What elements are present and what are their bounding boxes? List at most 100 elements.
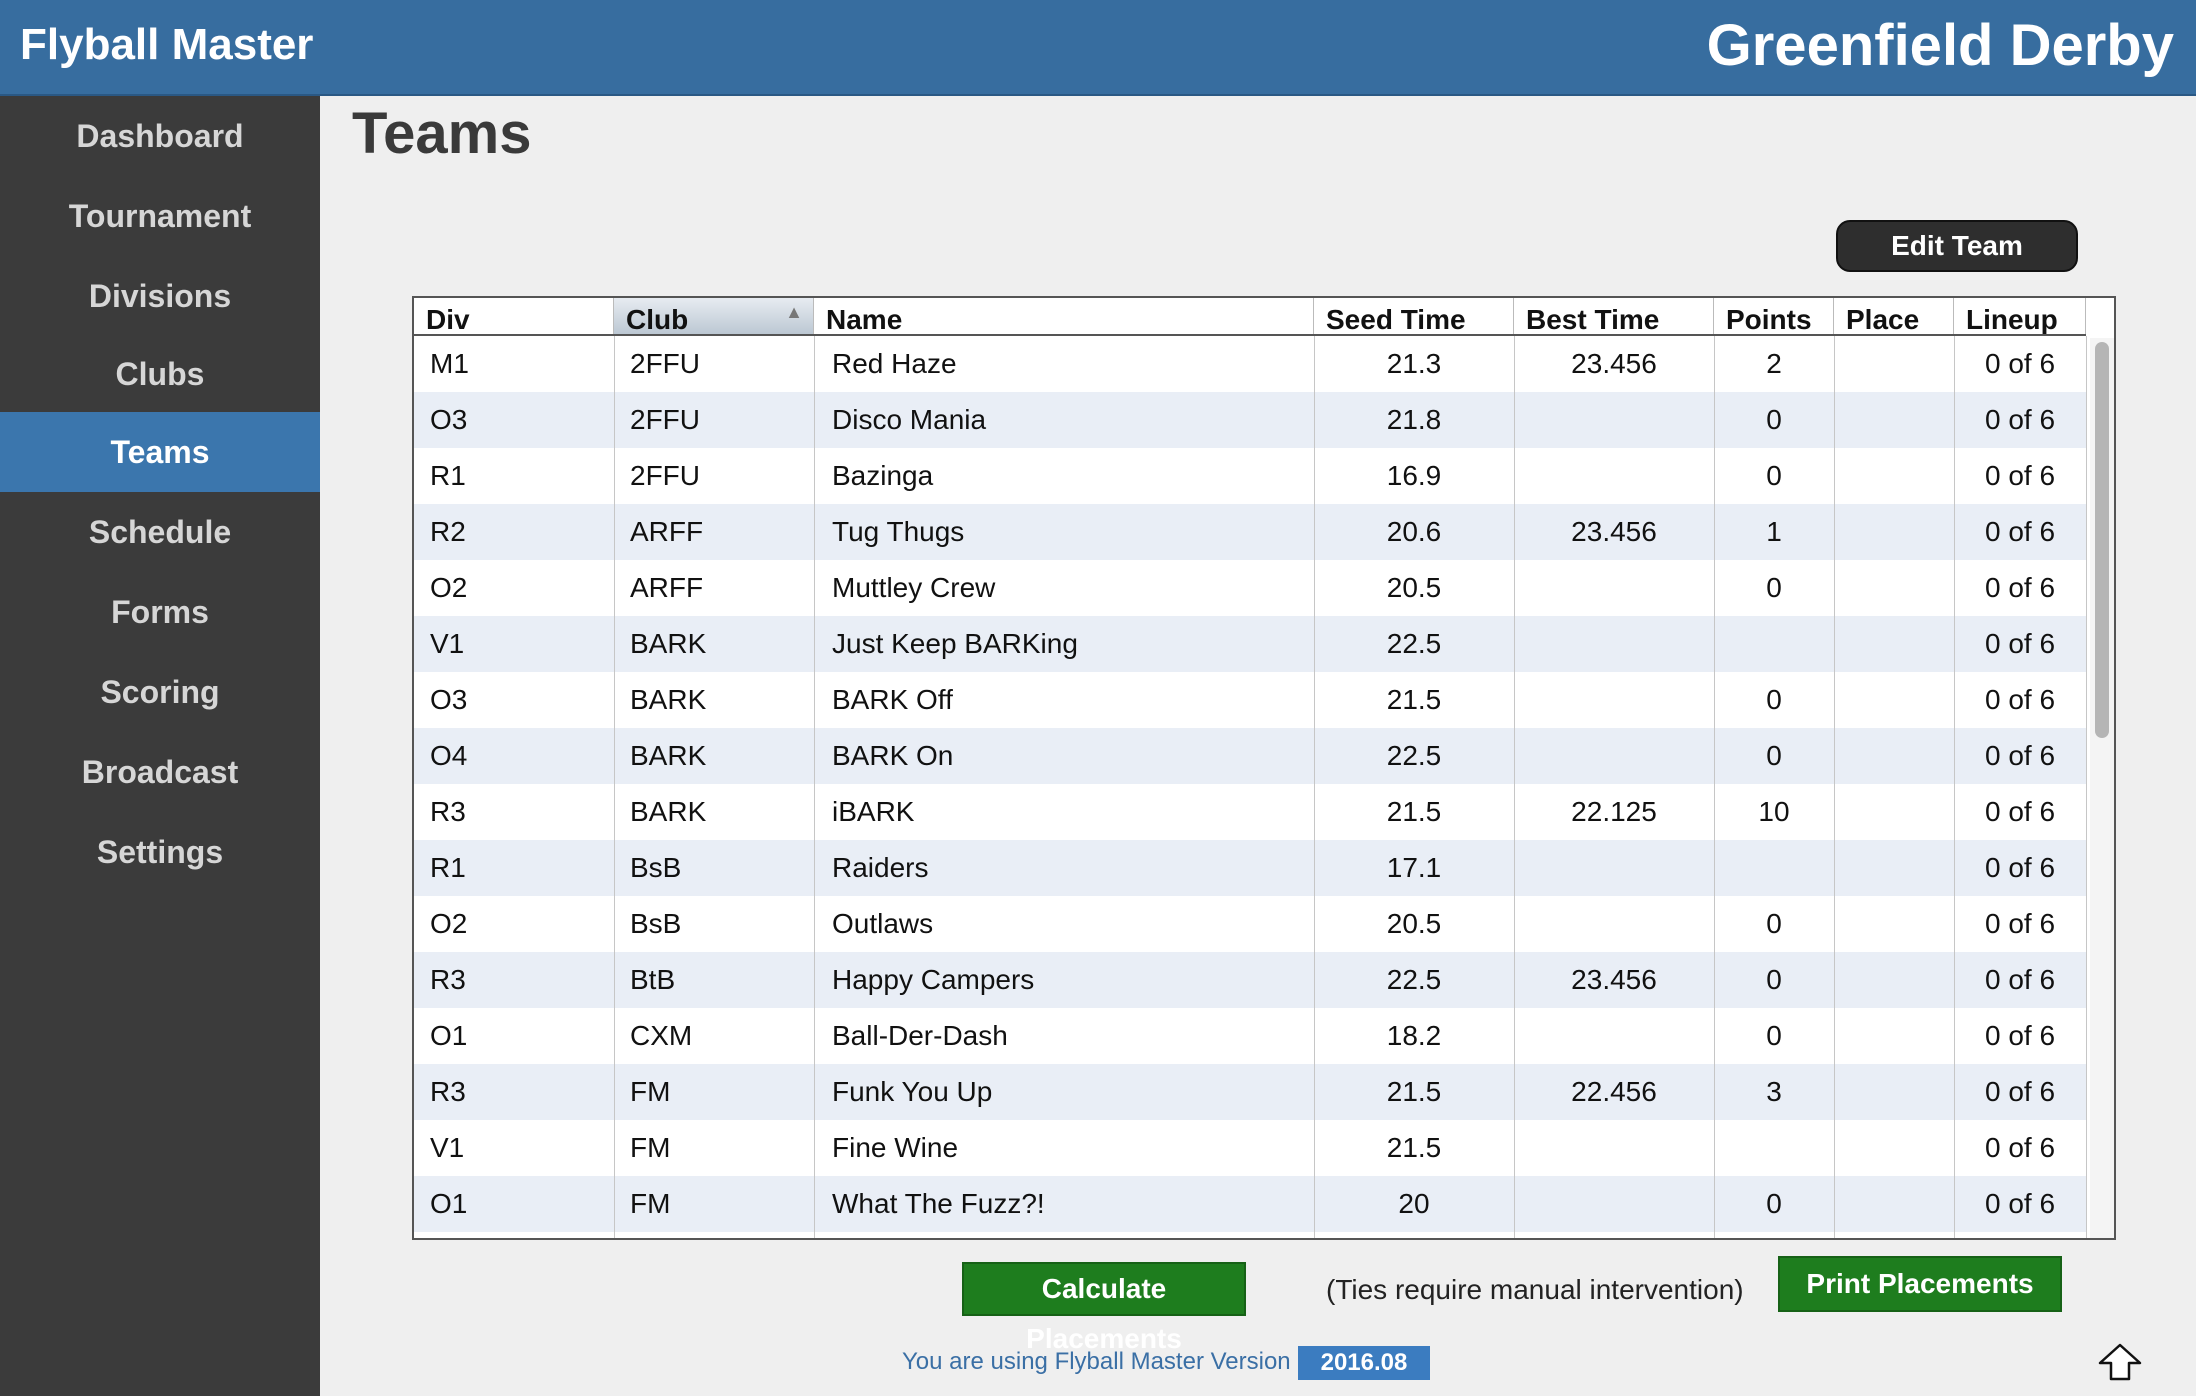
column-divider <box>2086 336 2087 1238</box>
calculate-placements-button[interactable]: Calculate Placements <box>962 1262 1246 1354</box>
table-row[interactable]: O3 2FFU Disco Mania 21.8 0 0 of 6 <box>414 392 2086 448</box>
table-row[interactable]: O1 CXM Ball-Der-Dash 18.2 0 0 of 6 <box>414 1008 2086 1064</box>
cell-place <box>1834 840 1954 896</box>
cell-place <box>1834 560 1954 616</box>
cell-div: V1 <box>430 1132 465 1163</box>
table-row[interactable]: O1 FM What The Fuzz?! 20 0 0 of 6 <box>414 1176 2086 1232</box>
cell-div: R2 <box>430 516 466 547</box>
column-header-name[interactable]: Name <box>814 298 1314 334</box>
table-row[interactable]: O3 BARK BARK Off 21.5 0 0 of 6 <box>414 672 2086 728</box>
cell-seed-time: 22.5 <box>1386 628 1442 659</box>
nav-clubs[interactable]: Clubs <box>0 334 320 414</box>
cell-div: R1 <box>430 460 466 491</box>
cell-div: O2 <box>430 908 468 939</box>
column-header-lineup[interactable]: Lineup <box>1954 298 2086 334</box>
ties-note: (Ties require manual intervention) <box>1326 1274 1744 1305</box>
nav-forms[interactable]: Forms <box>0 572 320 652</box>
nav-broadcast[interactable]: Broadcast <box>0 732 320 812</box>
cell-div: R1 <box>430 852 466 883</box>
cell-seed-time: 21.3 <box>1386 348 1442 379</box>
cell-club: CXM <box>630 1020 693 1051</box>
cell-div: O2 <box>430 572 468 603</box>
vertical-scrollbar[interactable] <box>2090 338 2114 1238</box>
cell-best-time <box>1514 728 1714 784</box>
column-divider <box>1714 336 1715 1238</box>
cell-lineup: 0 of 6 <box>1984 1076 2056 1107</box>
cell-lineup: 0 of 6 <box>1984 1020 2056 1051</box>
cell-name: Disco Mania <box>832 404 987 435</box>
edit-team-button[interactable]: Edit Team <box>1836 220 2078 272</box>
cell-name: Ball-Der-Dash <box>832 1020 1008 1051</box>
cell-place <box>1834 952 1954 1008</box>
cell-name: Fine Wine <box>832 1132 959 1163</box>
column-header-club[interactable]: Club ▲ <box>614 298 814 334</box>
cell-lineup: 0 of 6 <box>1984 572 2056 603</box>
table-row[interactable]: R1 2FFU Bazinga 16.9 0 0 of 6 <box>414 448 2086 504</box>
version-text: You are using Flyball Master Version <box>902 1348 1291 1375</box>
table-row[interactable]: R3 BtB Happy Campers 22.5 23.456 0 0 of 6 <box>414 952 2086 1008</box>
cell-best-time: 22.125 <box>1571 796 1657 827</box>
table-row[interactable]: R1 BsB Raiders 17.1 0 of 6 <box>414 840 2086 896</box>
nav-divisions[interactable]: Divisions <box>0 256 320 336</box>
cell-club: BARK <box>630 796 707 827</box>
cell-place <box>1834 1008 1954 1064</box>
table-row[interactable]: R2 ARFF Tug Thugs 20.6 23.456 1 0 of 6 <box>414 504 2086 560</box>
nav-tournament[interactable]: Tournament <box>0 176 320 256</box>
cell-club: ARFF <box>630 516 704 547</box>
cell-div: O3 <box>430 684 468 715</box>
cell-points: 0 <box>1766 908 1782 939</box>
table-row[interactable]: V1 BARK Just Keep BARKing 22.5 0 of 6 <box>414 616 2086 672</box>
up-arrow-icon[interactable] <box>2096 1342 2144 1382</box>
table-row[interactable]: V1 FM Fine Wine 21.5 0 of 6 <box>414 1120 2086 1176</box>
nav-teams[interactable]: Teams <box>0 412 320 492</box>
cell-points: 2 <box>1766 348 1782 379</box>
column-header-points[interactable]: Points <box>1714 298 1834 334</box>
nav-dashboard[interactable]: Dashboard <box>0 96 320 176</box>
cell-points: 0 <box>1766 964 1782 995</box>
cell-club: FM <box>630 1188 671 1219</box>
cell-best-time <box>1514 840 1714 896</box>
cell-place <box>1834 1120 1954 1176</box>
table-row[interactable]: R3 FM Funk You Up 21.5 22.456 3 0 of 6 <box>414 1064 2086 1120</box>
column-header-best-time[interactable]: Best Time <box>1514 298 1714 334</box>
cell-club: ARFF <box>630 572 704 603</box>
cell-club: 2FFU <box>630 404 700 435</box>
cell-points: 0 <box>1766 460 1782 491</box>
cell-div: R3 <box>430 964 466 995</box>
table-row[interactable]: O2 ARFF Muttley Crew 20.5 0 0 of 6 <box>414 560 2086 616</box>
table-row[interactable]: O4 BARK BARK On 22.5 0 0 of 6 <box>414 728 2086 784</box>
table-row[interactable]: R3 BARK iBARK 21.5 22.125 10 0 of 6 <box>414 784 2086 840</box>
cell-seed-time: 20.5 <box>1386 908 1442 939</box>
cell-points: 10 <box>1758 796 1790 827</box>
cell-seed-time: 16.9 <box>1386 460 1442 491</box>
teams-table: Div Club ▲ Name Seed Time Best Time Poin… <box>412 296 2116 1240</box>
column-header-div[interactable]: Div <box>414 298 614 334</box>
cell-name: Outlaws <box>832 908 934 939</box>
cell-lineup: 0 of 6 <box>1984 460 2056 491</box>
cell-place <box>1834 504 1954 560</box>
cell-place <box>1834 448 1954 504</box>
cell-best-time <box>1514 1120 1714 1176</box>
cell-seed-time: 21.5 <box>1386 1076 1442 1107</box>
nav-settings[interactable]: Settings <box>0 812 320 892</box>
cell-club: BARK <box>630 684 707 715</box>
cell-points: 1 <box>1766 516 1782 547</box>
table-body: M1 2FFU Red Haze 21.3 23.456 2 0 of 6 O3 2FFU Dis… <box>414 336 2086 1238</box>
cell-best-time <box>1514 560 1714 616</box>
cell-div: R3 <box>430 1076 466 1107</box>
table-row[interactable]: O2 BsB Outlaws 20.5 0 0 of 6 <box>414 896 2086 952</box>
nav-scoring[interactable]: Scoring <box>0 652 320 732</box>
cell-seed-time: 21.8 <box>1386 404 1442 435</box>
cell-lineup: 0 of 6 <box>1984 908 2056 939</box>
cell-seed-time: 20.6 <box>1386 516 1442 547</box>
cell-points: 0 <box>1766 1020 1782 1051</box>
table-row[interactable]: M1 2FFU Red Haze 21.3 23.456 2 0 of 6 <box>414 336 2086 392</box>
nav-schedule[interactable]: Schedule <box>0 492 320 572</box>
cell-place <box>1834 616 1954 672</box>
column-header-seed-time[interactable]: Seed Time <box>1314 298 1514 334</box>
scrollbar-thumb[interactable] <box>2095 342 2109 738</box>
print-placements-button[interactable]: Print Placements <box>1778 1256 2062 1312</box>
cell-lineup: 0 of 6 <box>1984 1188 2056 1219</box>
column-header-place[interactable]: Place <box>1834 298 1954 334</box>
cell-seed-time: 21.5 <box>1386 1132 1442 1163</box>
